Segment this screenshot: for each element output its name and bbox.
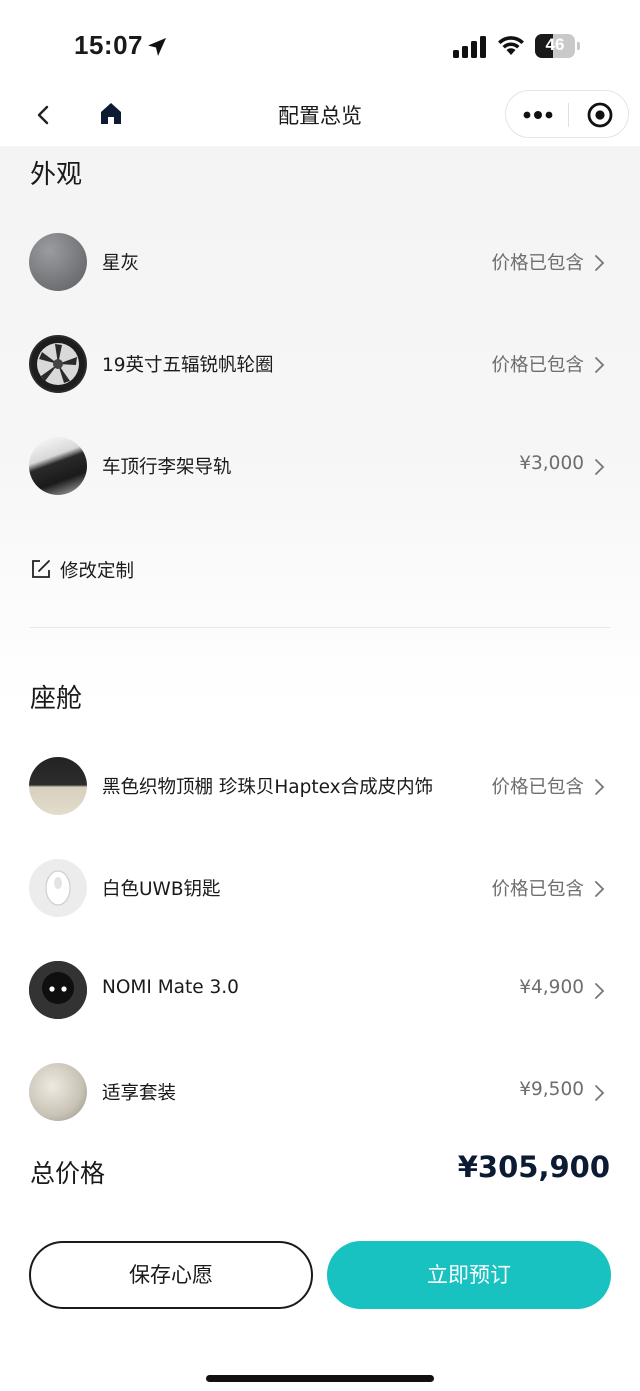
item-label: NOMI Mate 3.0 [102, 977, 239, 998]
mini-program-capsule [505, 90, 629, 138]
chevron-right-icon [595, 1085, 605, 1101]
chevron-right-icon [595, 983, 605, 999]
save-wishlist-button[interactable]: 保存心愿 [29, 1241, 313, 1309]
navigation-bar: 配置总览 [0, 86, 640, 146]
item-label: 白色UWB钥匙 [102, 879, 221, 900]
exterior-item-paint[interactable]: 星灰 价格已包含 [0, 233, 640, 293]
cabin-item-comfort-package[interactable]: 适享套装 ¥9,500 [0, 1063, 640, 1123]
item-label: 车顶行李架导轨 [102, 457, 232, 478]
exterior-item-wheels[interactable]: 19英寸五辐锐帆轮圈 价格已包含 [0, 335, 640, 395]
cabin-item-interior[interactable]: 黑色织物顶棚 珍珠贝Haptex合成皮内饰 价格已包含 [0, 757, 640, 817]
status-time: 15:07 [74, 30, 143, 60]
uwb-key-thumb [29, 859, 87, 917]
chevron-right-icon [595, 881, 605, 897]
item-label: 黑色织物顶棚 珍珠贝Haptex合成皮内饰 [102, 777, 434, 798]
nomi-robot-thumb [29, 961, 87, 1019]
total-price-label: 总价格 [30, 1159, 106, 1188]
chevron-right-icon [595, 357, 605, 373]
item-price: 价格已包含 [491, 879, 584, 900]
more-dots-icon[interactable] [516, 99, 560, 131]
cabin-item-uwb-key[interactable]: 白色UWB钥匙 价格已包含 [0, 859, 640, 919]
item-price: 价格已包含 [491, 253, 584, 274]
cellular-signal-icon [453, 36, 486, 58]
chevron-right-icon [595, 779, 605, 795]
battery-percentage: 46 [545, 35, 565, 54]
nomi-robot-icon [29, 961, 87, 1019]
total-price-value: ¥305,900 [457, 1150, 610, 1184]
section-divider [30, 627, 610, 628]
battery-icon: 46 [535, 34, 575, 58]
item-price: ¥4,900 [519, 977, 584, 998]
modify-label: 修改定制 [60, 561, 135, 582]
home-indicator[interactable] [206, 1375, 434, 1382]
location-arrow-icon [148, 38, 166, 56]
checkout-bar: 总价格 ¥305,900 保存心愿 立即预订 [0, 1124, 640, 1391]
status-bar: 15:07 46 [0, 0, 640, 86]
item-label: 适享套装 [102, 1083, 177, 1104]
exterior-item-roof-rail[interactable]: 车顶行李架导轨 ¥3,000 [0, 437, 640, 497]
roof-rail-thumb [29, 437, 87, 495]
capsule-divider [568, 103, 569, 127]
item-price: ¥9,500 [519, 1079, 584, 1100]
wheel-rim-icon [31, 337, 85, 391]
battery-cap [577, 42, 580, 50]
key-fob-icon [45, 870, 71, 906]
item-price: 价格已包含 [491, 355, 584, 376]
order-now-button[interactable]: 立即预订 [327, 1241, 611, 1309]
chevron-right-icon [595, 255, 605, 271]
chevron-right-icon [595, 459, 605, 475]
edit-icon [32, 560, 50, 578]
exterior-section-title: 外观 [30, 160, 83, 190]
config-content[interactable]: 外观 星灰 价格已包含 19英寸五辐锐帆轮圈 价格已包含 车顶行李架导轨 ¥3,… [0, 146, 640, 1124]
close-target-icon[interactable] [578, 99, 622, 131]
item-label: 星灰 [102, 253, 140, 274]
cabin-section-title: 座舱 [30, 684, 83, 714]
cabin-item-nomi-mate[interactable]: NOMI Mate 3.0 ¥4,900 [0, 961, 640, 1021]
wifi-icon [498, 36, 524, 55]
seat-package-thumb [29, 1063, 87, 1121]
grey-paint-swatch [29, 233, 87, 291]
interior-swatch-thumb [29, 757, 87, 815]
item-label: 19英寸五辐锐帆轮圈 [102, 355, 274, 376]
wheel-rim-thumb [29, 335, 87, 393]
item-price: ¥3,000 [519, 453, 584, 474]
item-price: 价格已包含 [491, 777, 584, 798]
